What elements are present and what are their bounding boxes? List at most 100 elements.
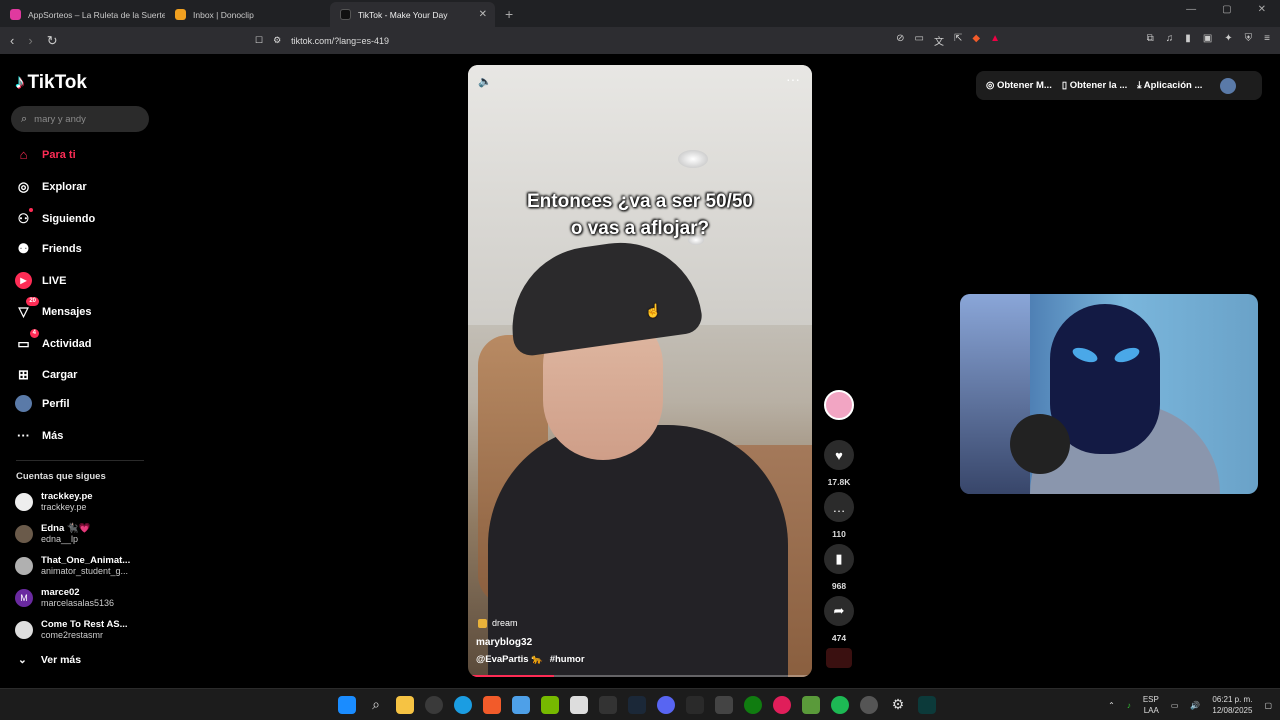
media-icon[interactable]: ♫ xyxy=(1166,33,1174,44)
sidebar-item-cargar[interactable]: ⊞ Cargar xyxy=(15,366,77,383)
nvidia-icon[interactable] xyxy=(541,696,559,714)
forward-icon[interactable]: › xyxy=(28,33,32,49)
clock[interactable]: 06:21 p. m. 12/08/2025 xyxy=(1212,694,1252,716)
notifications-icon[interactable]: ▢ xyxy=(1264,701,1272,710)
sidebar-toggle-icon[interactable]: ▮ xyxy=(1185,33,1191,44)
back-icon[interactable]: ‹ xyxy=(10,33,14,49)
sidebar-item-siguiendo[interactable]: ⚇ Siguiendo xyxy=(15,208,95,227)
activity-badge: 4 xyxy=(29,329,39,338)
followed-account[interactable]: That_One_Animat... animator_student_g... xyxy=(15,555,130,576)
settings-icon[interactable]: ⚙ xyxy=(889,696,907,714)
share-icon[interactable]: ⇱ xyxy=(954,33,962,48)
site-info-icon[interactable]: ⚙ xyxy=(273,35,281,46)
close-window-icon[interactable]: ✕ xyxy=(1258,4,1266,15)
mention-link[interactable]: @EvaPartis 🐆 xyxy=(476,654,543,665)
search-icon[interactable]: ⌕ xyxy=(367,696,385,714)
xbox-icon[interactable] xyxy=(744,696,762,714)
get-app-button[interactable]: ▯ Obtener la ... xyxy=(1062,80,1127,91)
edge-icon[interactable] xyxy=(454,696,472,714)
see-more-label: Ver más xyxy=(40,654,82,666)
store-icon[interactable] xyxy=(570,696,588,714)
sidebar-item-friends[interactable]: ⚉ Friends xyxy=(15,240,82,257)
sidebar-item-explorar[interactable]: ◎ Explorar xyxy=(15,178,87,195)
followed-account[interactable]: Come To Rest AS... come2restasmr xyxy=(15,619,128,640)
bookmark-icon[interactable]: ☐ xyxy=(255,35,263,46)
caption-line: Entonces ¿va a ser 50/50 xyxy=(526,191,753,212)
tiktok-logo[interactable]: ♪ TikTok xyxy=(15,72,87,94)
chrome-icon[interactable] xyxy=(425,696,443,714)
chevron-up-icon[interactable]: ⌃ xyxy=(1108,701,1115,710)
new-tab-button[interactable]: + xyxy=(495,6,523,27)
hashtag-link[interactable]: #humor xyxy=(550,654,585,665)
comment-button[interactable]: … 110 xyxy=(822,492,856,539)
sidebar-item-mas[interactable]: ··· Más xyxy=(15,427,63,444)
author-avatar-button[interactable] xyxy=(822,390,856,420)
followed-account[interactable]: Edna 🐈‍⬛💗 edna__lp xyxy=(15,523,91,544)
browser-tab[interactable]: Inbox | Donoclip xyxy=(165,2,330,27)
leo-icon[interactable]: ✦ xyxy=(1224,33,1232,44)
address-bar[interactable]: ☐ ⚙ tiktok.com/?lang=es-419 xyxy=(255,31,1000,50)
volume-icon[interactable]: 🔊 xyxy=(1190,701,1200,710)
more-options-icon[interactable]: ··· xyxy=(786,71,800,87)
unity-icon[interactable] xyxy=(715,696,733,714)
audio-app-icon[interactable] xyxy=(860,696,878,714)
close-tab-icon[interactable]: ✕ xyxy=(479,9,487,20)
get-coins-button[interactable]: ◎ Obtener M... xyxy=(986,80,1052,91)
search-input[interactable]: ⌕ mary y andy xyxy=(11,106,149,132)
browser-tab-active[interactable]: TikTok - Make Your Day ✕ xyxy=(330,2,495,27)
mouse-cursor-icon: ☝ xyxy=(645,303,662,318)
browser-tab[interactable]: AppSorteos – La Ruleta de la Suerte xyxy=(0,2,165,27)
language-indicator[interactable]: ESP LAA xyxy=(1143,694,1159,716)
tiktok-sidebar: ♪ TikTok ⌕ mary y andy ⌂ Para ti ◎ Explo… xyxy=(0,54,160,688)
vpn-icon[interactable]: ⛨ xyxy=(1245,33,1253,44)
minimize-icon[interactable]: — xyxy=(1186,4,1196,15)
terminal-icon[interactable] xyxy=(918,696,936,714)
profile-avatar[interactable] xyxy=(1220,77,1237,94)
video-author[interactable]: maryblog32 xyxy=(476,637,532,648)
save-button[interactable]: ▮ 968 xyxy=(822,544,856,591)
tracking-icon[interactable]: ⊘ xyxy=(896,33,904,48)
translate-icon[interactable]: 文 xyxy=(934,33,944,48)
see-more-button[interactable]: ⌄ Ver más xyxy=(18,654,81,666)
screenshot-icon[interactable]: ⧉ xyxy=(1147,33,1154,44)
start-icon[interactable] xyxy=(338,696,356,714)
followed-account[interactable]: M marce02 marcelasalas5136 xyxy=(15,587,114,608)
video-player[interactable]: Entonces ¿va a ser 50/50 o vas a aflojar… xyxy=(468,65,812,677)
share-count: 474 xyxy=(831,633,847,643)
like-button[interactable]: ♥ 17.8K xyxy=(822,440,856,487)
video-progress-bar[interactable] xyxy=(468,675,812,677)
account-handle: trackkey.pe xyxy=(41,502,87,512)
maximize-icon[interactable]: ▢ xyxy=(1222,4,1231,15)
sidebar-item-live[interactable]: ▶ LIVE xyxy=(15,272,66,289)
reload-icon[interactable]: ↻ xyxy=(47,33,58,49)
mic-icon[interactable]: ♪ xyxy=(1127,701,1131,710)
sidebar-item-actividad[interactable]: ▭ 4 Actividad xyxy=(15,329,92,352)
account-name: That_One_Animat... xyxy=(41,555,131,566)
sidebar-item-mensajes[interactable]: ▽ 20 Mensajes xyxy=(15,297,92,320)
discord-icon[interactable] xyxy=(657,696,675,714)
comment-icon: … xyxy=(824,492,854,522)
share-button[interactable]: ➦ 474 xyxy=(822,596,856,643)
cast-icon[interactable]: ▭ xyxy=(915,33,924,48)
brave-icon[interactable] xyxy=(483,696,501,714)
brave-rewards-icon[interactable]: ▲ xyxy=(990,33,1000,48)
volume-icon[interactable]: 🔈 xyxy=(478,75,492,88)
file-explorer-icon[interactable] xyxy=(396,696,414,714)
sound-disc[interactable] xyxy=(822,648,856,668)
brave-shield-icon[interactable]: ◆ xyxy=(972,33,980,48)
epic-games-icon[interactable] xyxy=(599,696,617,714)
network-icon[interactable]: ▭ xyxy=(1171,701,1179,710)
followed-account[interactable]: trackkey.pe trackkey.pe xyxy=(15,491,93,512)
minecraft-icon[interactable] xyxy=(802,696,820,714)
sidebar-item-para-ti[interactable]: ⌂ Para ti xyxy=(15,146,76,163)
sidebar-item-perfil[interactable]: Perfil xyxy=(15,395,70,412)
media-player-icon[interactable] xyxy=(773,696,791,714)
effect-tag[interactable]: dream xyxy=(478,618,518,628)
wallet-icon[interactable]: ▣ xyxy=(1203,33,1212,44)
menu-icon[interactable]: ≡ xyxy=(1264,33,1270,44)
steam-icon[interactable] xyxy=(628,696,646,714)
photos-icon[interactable] xyxy=(512,696,530,714)
spotify-icon[interactable] xyxy=(831,696,849,714)
desktop-app-button[interactable]: ⤓ Aplicación ... xyxy=(1137,80,1202,91)
app-icon[interactable] xyxy=(686,696,704,714)
